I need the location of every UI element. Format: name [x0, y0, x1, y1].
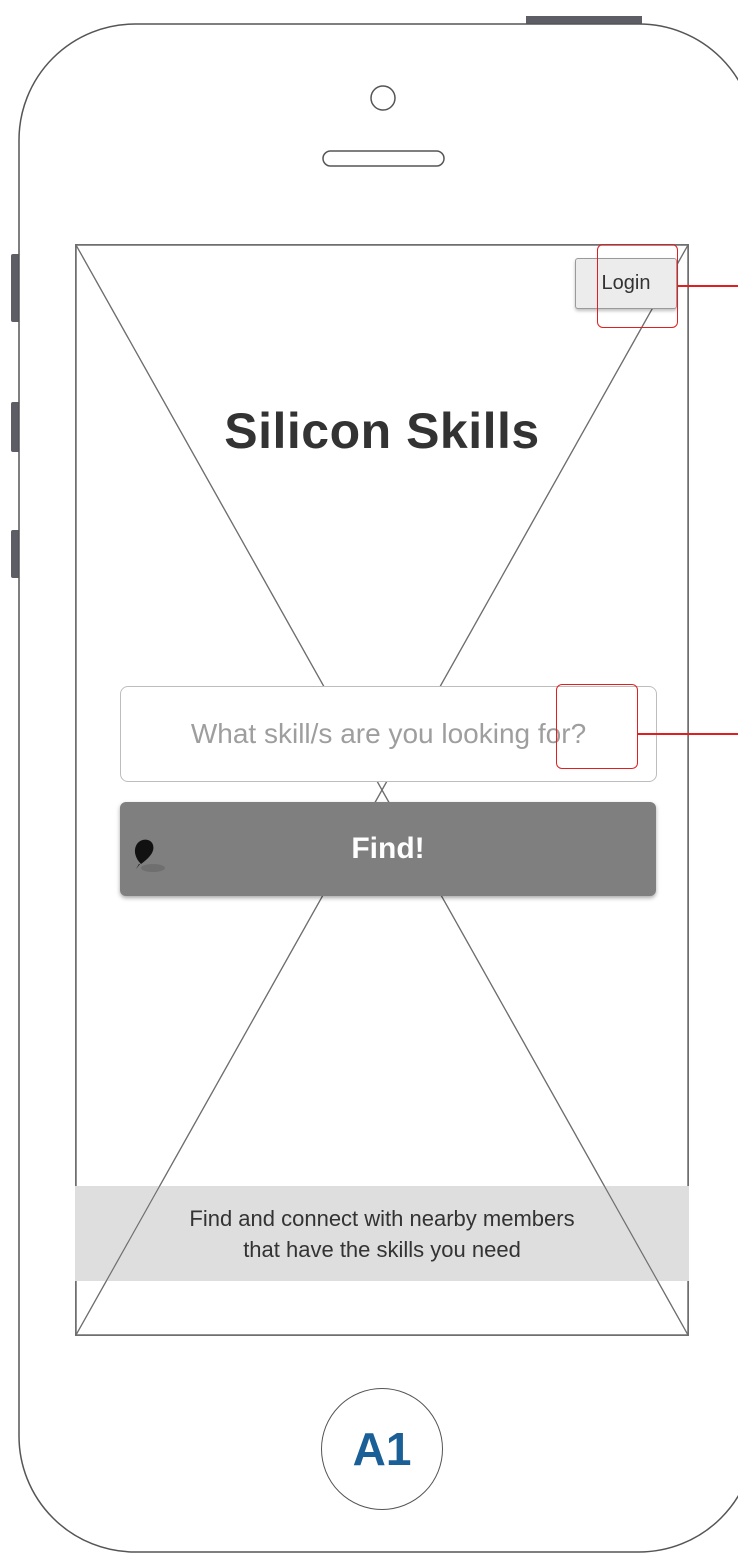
- tagline-band: Find and connect with nearby members tha…: [75, 1186, 689, 1281]
- login-annotation-highlight: [597, 244, 678, 328]
- tagline-line-1: Find and connect with nearby members: [189, 1205, 575, 1231]
- home-button[interactable]: A1: [321, 1388, 443, 1510]
- tagline-line-2: that have the skills you need: [243, 1236, 521, 1262]
- location-pin-icon: [134, 839, 165, 872]
- phone-screen: Find and connect with nearby members tha…: [75, 244, 689, 1336]
- search-annotation-highlight: [556, 684, 638, 769]
- app-title: Silicon Skills: [224, 403, 540, 459]
- search-annotation-connector: [638, 733, 738, 735]
- wireframe-canvas: Find and connect with nearby members tha…: [0, 0, 738, 1563]
- find-button[interactable]: Find!: [120, 802, 656, 896]
- login-annotation-connector: [678, 285, 738, 287]
